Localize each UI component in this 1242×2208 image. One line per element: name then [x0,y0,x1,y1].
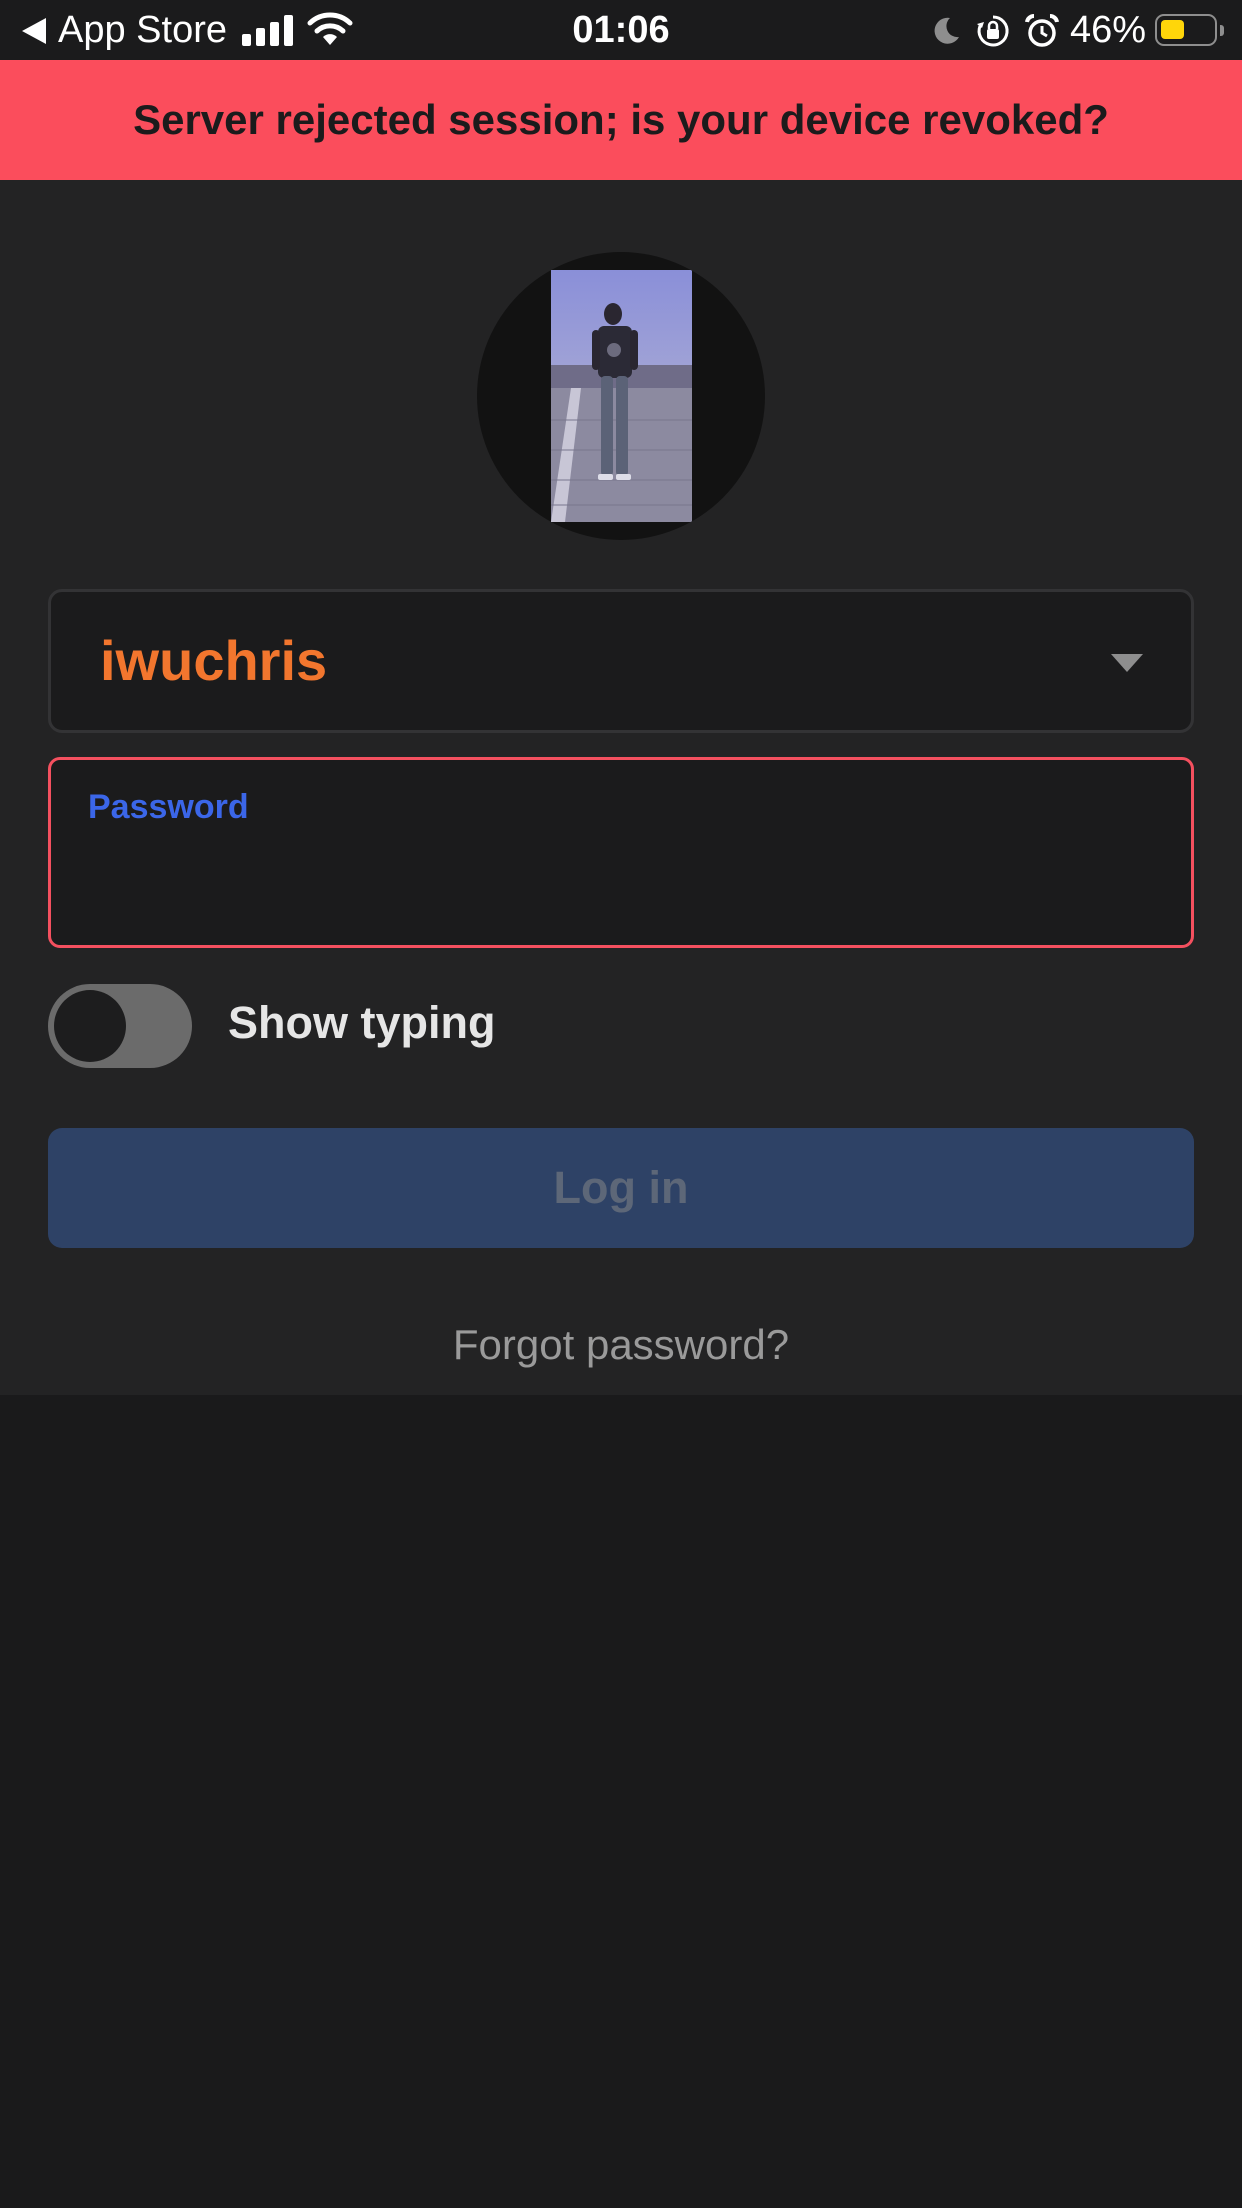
username-value: iwuchris [100,629,328,692]
alarm-icon [1025,13,1059,47]
username-select[interactable]: iwuchris [48,589,1194,733]
avatar-photo [551,270,692,522]
toggle-knob [54,990,126,1062]
moon-icon [934,17,959,44]
session-error-banner: Server rejected session; is your device … [0,60,1242,180]
battery-icon [1155,14,1224,46]
login-button[interactable]: Log in [48,1128,1194,1248]
password-field[interactable]: Password [48,757,1194,948]
password-label: Password [88,788,249,826]
login-button-label: Log in [553,1162,689,1213]
status-bar: App Store 01:06 46% [0,0,1242,60]
battery-percent: 46% [1070,9,1147,51]
show-typing-toggle[interactable] [48,984,192,1068]
login-form: iwuchris Password Show typing Log in For… [0,180,1242,1395]
avatar [477,252,765,540]
show-typing-label: Show typing [228,997,496,1048]
orientation-lock-icon [977,15,1009,47]
banner-message: Server rejected session; is your device … [133,96,1109,143]
chevron-down-icon [1111,654,1143,672]
forgot-password-link[interactable]: Forgot password? [0,1321,1242,1369]
